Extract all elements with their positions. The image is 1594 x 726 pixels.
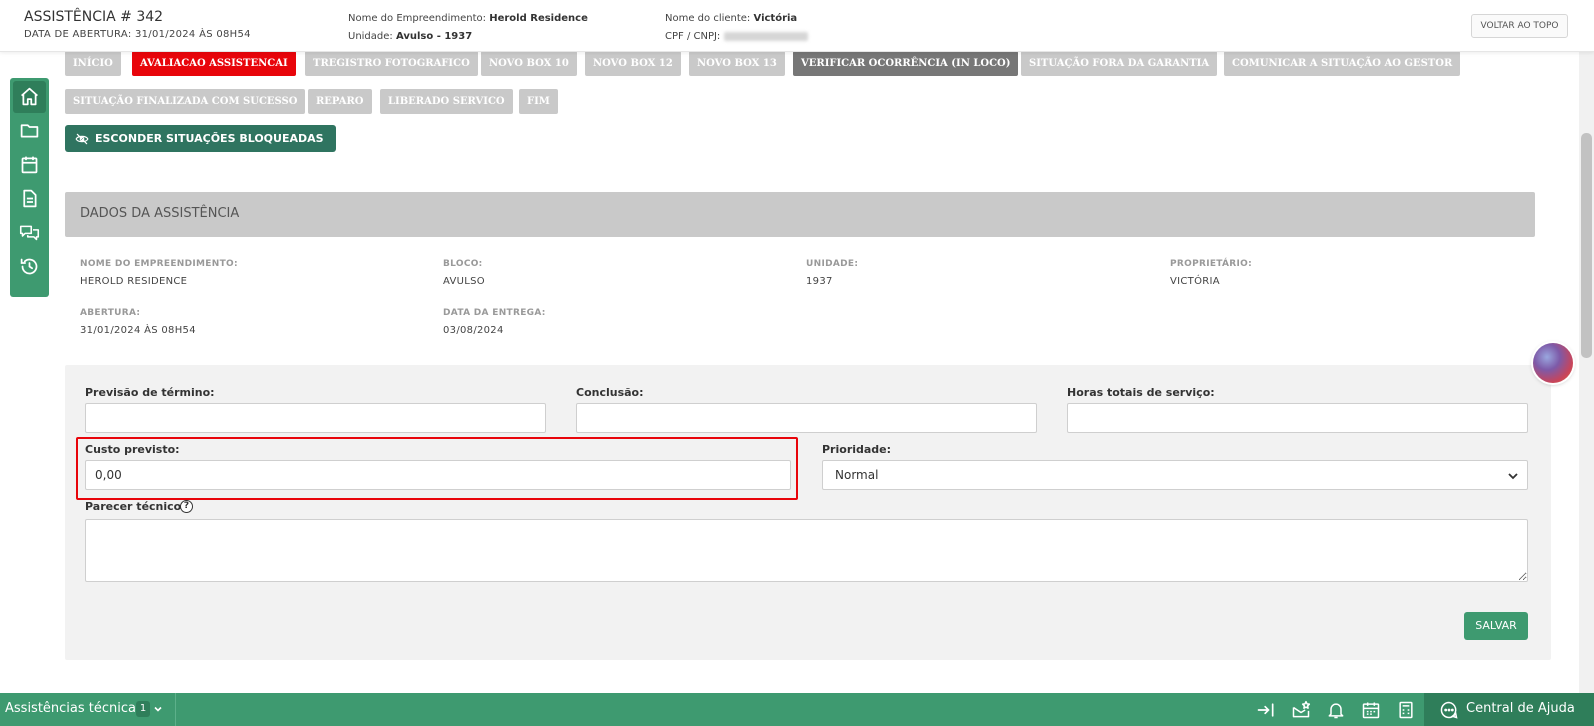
info-value-bloco: AVULSO bbox=[443, 276, 485, 287]
info-value-empreendimento: HEROLD RESIDENCE bbox=[80, 276, 188, 287]
enterprise-label: Nome do Empreendimento: bbox=[348, 13, 487, 24]
custo-label: Custo previsto: bbox=[85, 443, 180, 456]
parecer-textarea[interactable] bbox=[85, 519, 1528, 582]
status-button-novo-box-13[interactable]: NOVO BOX 13 bbox=[689, 51, 785, 76]
unit-value: Avulso - 1937 bbox=[395, 31, 473, 42]
info-value-unidade: 1937 bbox=[806, 276, 833, 287]
floating-avatar[interactable] bbox=[1533, 343, 1573, 383]
scrollbar-thumb[interactable] bbox=[1581, 133, 1592, 358]
bell-icon[interactable] bbox=[1326, 700, 1346, 720]
help-center-label: Central de Ajuda bbox=[1466, 701, 1575, 716]
info-value-abertura: 31/01/2024 ÀS 08H54 bbox=[80, 325, 196, 336]
page-header: ASSISTÊNCIA # 342 DATA DE ABERTURA: 31/0… bbox=[0, 0, 1594, 52]
status-button-inicio[interactable]: INÍCIO bbox=[65, 51, 121, 76]
opening-date: DATA DE ABERTURA: 31/01/2024 ÀS 08H54 bbox=[24, 29, 251, 40]
chat-dots-icon bbox=[1440, 701, 1458, 719]
calendar-icon[interactable] bbox=[19, 154, 40, 175]
info-label-unidade: UNIDADE: bbox=[806, 259, 859, 269]
status-button-liberado-servico[interactable]: LIBERADO SERVICO bbox=[380, 89, 513, 114]
bottom-bar: Assistências técnicas 1 Central de Ajuda bbox=[0, 693, 1594, 726]
status-button-fim[interactable]: FIM bbox=[519, 89, 558, 114]
cpf-value-redacted bbox=[723, 31, 808, 41]
unit-label: Unidade: bbox=[348, 31, 393, 42]
exit-arrow-icon[interactable] bbox=[1256, 700, 1276, 720]
home-icon[interactable] bbox=[19, 86, 40, 107]
cpf-label: CPF / CNPJ: bbox=[665, 31, 721, 42]
eye-slash-icon bbox=[75, 133, 89, 144]
previsao-input[interactable] bbox=[85, 403, 546, 433]
status-button-comunicar-gestor[interactable]: COMUNICAR A SITUAÇÃO AO GESTOR bbox=[1224, 51, 1461, 76]
conclusao-label: Conclusão: bbox=[576, 386, 644, 399]
client-label: Nome do cliente: bbox=[665, 13, 751, 24]
enterprise-value: Herold Residence bbox=[489, 13, 588, 24]
status-button-reparo[interactable]: REPARO bbox=[308, 89, 372, 114]
info-label-data-entrega: DATA DA ENTREGA: bbox=[443, 308, 546, 318]
section-title: DADOS DA ASSISTÊNCIA bbox=[80, 206, 240, 221]
status-button-verificar-ocorrencia[interactable]: VERIFICAR OCORRÊNCIA (IN LOCO) bbox=[793, 51, 1019, 76]
conclusao-input[interactable] bbox=[576, 403, 1037, 433]
info-label-empreendimento: NOME DO EMPREENDIMENTO: bbox=[80, 259, 238, 269]
section-header: DADOS DA ASSISTÊNCIA bbox=[65, 192, 1535, 237]
mail-star-icon[interactable] bbox=[1291, 700, 1311, 720]
custo-input[interactable] bbox=[85, 460, 791, 490]
info-value-proprietario: VICTÓRIA bbox=[1170, 276, 1220, 287]
prioridade-selected-value: Normal bbox=[835, 468, 879, 482]
chevron-down-icon[interactable] bbox=[153, 704, 163, 714]
status-button-avaliacao[interactable]: AVALIACAO ASSISTENCAI bbox=[132, 51, 296, 76]
prioridade-label: Prioridade: bbox=[822, 443, 892, 456]
back-to-top-button[interactable]: VOLTAR AO TOPO bbox=[1471, 14, 1568, 38]
prioridade-select[interactable]: Normal bbox=[822, 460, 1528, 490]
folder-icon[interactable] bbox=[19, 120, 40, 141]
hide-blocked-label: ESCONDER SITUAÇÕES BLOQUEADAS bbox=[95, 132, 324, 145]
previsao-label: Previsão de término: bbox=[85, 386, 215, 399]
horas-label: Horas totais de serviço: bbox=[1067, 386, 1215, 399]
side-navigation bbox=[10, 78, 49, 297]
status-button-registro-fotografico[interactable]: TREGISTRO FOTOGRAFICO bbox=[305, 51, 478, 76]
bottom-bar-title[interactable]: Assistências técnicas bbox=[5, 701, 143, 716]
save-button[interactable]: SALVAR bbox=[1464, 612, 1528, 640]
parecer-label: Parecer técnico: bbox=[85, 500, 186, 513]
chevron-down-icon bbox=[1508, 473, 1518, 480]
horas-input[interactable] bbox=[1067, 403, 1528, 433]
bottom-bar-divider bbox=[175, 693, 176, 726]
assistance-title: ASSISTÊNCIA # 342 bbox=[24, 9, 164, 25]
info-value-data-entrega: 03/08/2024 bbox=[443, 325, 504, 336]
info-label-abertura: ABERTURA: bbox=[80, 308, 141, 318]
client-info: Nome do cliente: Victória CPF / CNPJ: bbox=[665, 10, 808, 46]
history-icon[interactable] bbox=[19, 256, 40, 277]
hide-blocked-button[interactable]: ESCONDER SITUAÇÕES BLOQUEADAS bbox=[65, 125, 336, 152]
document-icon[interactable] bbox=[19, 188, 40, 209]
status-button-novo-box-10[interactable]: NOVO BOX 10 bbox=[481, 51, 577, 76]
status-button-finalizada-sucesso[interactable]: SITUAÇÃO FINALIZADA COM SUCESSO bbox=[65, 89, 306, 114]
info-label-bloco: BLOCO: bbox=[443, 259, 483, 269]
info-label-proprietario: PROPRIETÁRIO: bbox=[1170, 259, 1253, 269]
help-icon[interactable]: ? bbox=[180, 500, 193, 513]
calculator-icon[interactable] bbox=[1396, 700, 1416, 720]
status-button-fora-garantia[interactable]: SITUAÇÃO FORA DA GARANTIA bbox=[1021, 51, 1218, 76]
help-center-button[interactable]: Central de Ajuda bbox=[1424, 693, 1594, 726]
calendar-icon[interactable] bbox=[1361, 700, 1381, 720]
enterprise-info: Nome do Empreendimento: Herold Residence… bbox=[348, 10, 588, 46]
client-value: Victória bbox=[753, 13, 798, 24]
status-button-novo-box-12[interactable]: NOVO BOX 12 bbox=[585, 51, 681, 76]
count-badge: 1 bbox=[136, 701, 150, 717]
chat-icon[interactable] bbox=[19, 222, 40, 243]
